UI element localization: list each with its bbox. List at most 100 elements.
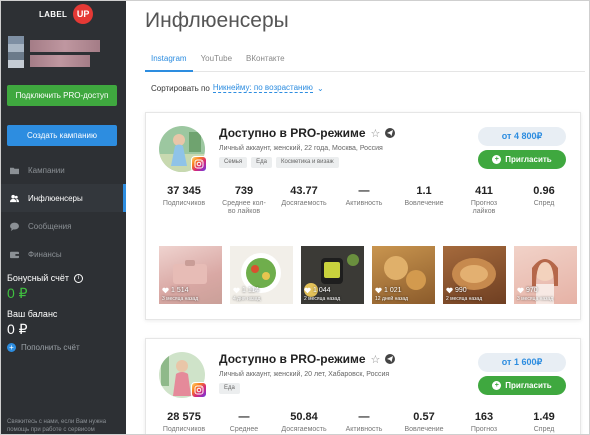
instagram-icon xyxy=(191,382,207,398)
sidebar: LABEL UP Подключить PRO-доступ Создать к… xyxy=(1,1,126,434)
main-content: Инфлюенсеры Instagram YouTube ВКонтакте … xyxy=(126,1,589,434)
stat-value: 37 345 xyxy=(167,185,201,197)
stat-label: Подписчиков xyxy=(162,200,206,207)
tab-vkontakte[interactable]: ВКонтакте xyxy=(240,50,291,72)
app-window: LABEL UP Подключить PRO-доступ Создать к… xyxy=(0,0,590,435)
stat-value: 50.84 xyxy=(290,411,318,423)
sort-dropdown[interactable]: Никнейму: по возрастанию xyxy=(212,83,313,93)
stat-label: Среднее xyxy=(229,426,259,433)
post-thumbnail[interactable]: 1 514 3 месяца назад xyxy=(159,246,222,304)
stat-avg-likes: 739 Среднее кол-во лайков xyxy=(219,185,269,216)
price-badge: от 1 600₽ xyxy=(478,353,566,372)
stat-spread: 0.96 Спред xyxy=(519,185,569,216)
telegram-icon[interactable] xyxy=(385,354,396,364)
tag[interactable]: Еда xyxy=(251,157,273,168)
stat-label: Досягаемость xyxy=(281,200,327,207)
stat-engagement: 1.1 Вовлечение xyxy=(399,185,449,216)
heart-icon xyxy=(304,287,311,294)
post-gallery: 1 514 3 месяца назад 1 114 4 дня назад 1… xyxy=(159,246,577,304)
post-thumbnail[interactable]: 1 021 12 дней назад xyxy=(372,246,435,304)
logo-text: LABEL xyxy=(39,9,68,19)
influencer-name: Доступно в PRO-режиме ☆ xyxy=(219,126,396,140)
sort-control: Сортировать по Никнейму: по возрастанию … xyxy=(151,83,324,93)
stat-likes-forecast: 411 Прогноз лайков xyxy=(459,185,509,216)
stat-followers: 37 345 Подписчиков xyxy=(159,185,209,216)
stat-activity: — Активность xyxy=(339,411,389,434)
post-likes: 990 xyxy=(446,287,467,294)
stat-label: Спред xyxy=(533,200,555,207)
stat-value: 411 xyxy=(475,185,493,197)
chat-icon xyxy=(10,222,19,231)
invite-button[interactable]: + Пригласить xyxy=(478,376,566,395)
stat-value: 43.77 xyxy=(290,185,318,197)
logo[interactable]: LABEL UP xyxy=(39,4,94,24)
avatar xyxy=(8,36,24,68)
tag[interactable]: Еда xyxy=(219,383,240,394)
stat-label: Прогноз лайков xyxy=(470,200,498,215)
influencer-description: Личный аккаунт, женский, 22 года, Москва… xyxy=(219,145,383,152)
stat-value: 0.57 xyxy=(413,411,435,423)
sort-label: Сортировать по xyxy=(151,83,210,93)
chevron-down-icon[interactable]: ⌄ xyxy=(317,84,324,93)
post-thumbnail[interactable]: 1 114 4 дня назад xyxy=(230,246,293,304)
stat-value: 1.1 xyxy=(416,185,432,197)
connect-pro-button[interactable]: Подключить PRO-доступ xyxy=(7,85,117,106)
name-text: Доступно в PRO-режиме xyxy=(219,126,366,140)
influencer-avatar[interactable] xyxy=(159,352,207,398)
stat-value: — xyxy=(358,411,370,423)
post-thumbnail[interactable]: 1 044 2 месяца назад xyxy=(301,246,364,304)
post-thumbnail[interactable]: 970 3 месяца назад xyxy=(514,246,577,304)
name-text: Доступно в PRO-режиме xyxy=(219,352,366,366)
logo-badge: UP xyxy=(73,4,94,24)
stats-row: 28 575 Подписчиков — Среднее 50.84 Досяг… xyxy=(159,411,569,434)
sidebar-item-label: Сообщения xyxy=(28,221,72,231)
invite-label: Пригласить xyxy=(505,381,552,390)
topup-label: Пополнить счёт xyxy=(21,343,80,352)
stat-label: Среднее кол-во лайков xyxy=(222,200,266,215)
tab-youtube[interactable]: YouTube xyxy=(195,50,238,72)
stat-label: Активность xyxy=(345,426,383,433)
stat-label: Досягаемость xyxy=(281,426,327,433)
post-date: 3 месяца назад xyxy=(162,296,199,302)
influencer-name: Доступно в PRO-режиме ☆ xyxy=(219,352,396,366)
tag[interactable]: Семья xyxy=(219,157,248,168)
sidebar-item-label: Кампании xyxy=(28,165,65,175)
create-campaign-button[interactable]: Создать кампанию xyxy=(7,125,117,146)
sidebar-item-finance[interactable]: Финансы xyxy=(1,240,126,268)
user-profile[interactable] xyxy=(8,36,118,76)
influencer-card: Доступно в PRO-режиме ☆ Личный аккаунт, … xyxy=(145,338,581,434)
plus-icon: + xyxy=(492,155,502,164)
tag[interactable]: Косметика и визаж xyxy=(276,157,339,168)
invite-button[interactable]: + Пригласить xyxy=(478,150,566,169)
info-icon[interactable]: i xyxy=(73,273,83,283)
heart-icon xyxy=(375,287,382,294)
telegram-icon[interactable] xyxy=(385,128,396,138)
tag-list: Еда xyxy=(219,383,244,394)
sidebar-item-campaigns[interactable]: Кампании xyxy=(1,156,126,184)
star-icon[interactable]: ☆ xyxy=(371,353,381,366)
stat-value: 163 xyxy=(474,411,494,423)
stat-followers: 28 575 Подписчиков xyxy=(159,411,209,434)
heart-icon xyxy=(162,287,169,294)
balance-label: Ваш баланс xyxy=(7,309,58,319)
stat-label: Активность xyxy=(345,200,383,207)
sidebar-item-influencers[interactable]: Инфлюенсеры xyxy=(1,184,126,212)
post-date: 4 дня назад xyxy=(233,296,261,302)
folder-icon xyxy=(10,166,19,175)
topup-link[interactable]: + Пополнить счёт xyxy=(7,343,122,352)
star-icon[interactable]: ☆ xyxy=(371,127,381,140)
sidebar-nav: Кампании Инфлюенсеры Сообщения Финансы xyxy=(1,156,126,268)
support-note: Свяжитесь с нами, если Вам нужна помощь … xyxy=(7,419,107,433)
sidebar-item-messages[interactable]: Сообщения xyxy=(1,212,126,240)
price-badge: от 4 800₽ xyxy=(478,127,566,146)
post-thumbnail[interactable]: 990 2 месяца назад xyxy=(443,246,506,304)
post-likes: 970 xyxy=(517,287,538,294)
influencer-avatar[interactable] xyxy=(159,126,207,172)
stat-label: Вовлечение xyxy=(404,200,444,207)
stats-row: 37 345 Подписчиков 739 Среднее кол-во ла… xyxy=(159,185,569,216)
invite-label: Пригласить xyxy=(505,155,552,164)
post-date: 12 дней назад xyxy=(375,296,409,302)
stat-activity: — Активность xyxy=(339,185,389,216)
balance-value: 0 ₽ xyxy=(7,321,28,337)
tab-instagram[interactable]: Instagram xyxy=(145,50,193,72)
